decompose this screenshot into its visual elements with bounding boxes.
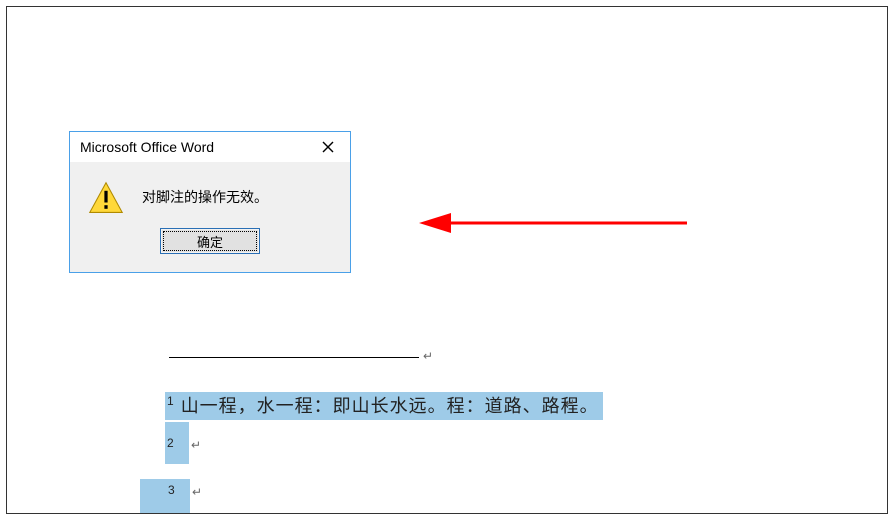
footnote-text: 山一程，水一程：即山长水远。程：道路、路程。 [181, 396, 599, 416]
dialog-body: 对脚注的操作无效。 [70, 162, 350, 228]
message-dialog: Microsoft Office Word 对脚注的操作无效。 确定 [69, 131, 351, 273]
footnote-item-1[interactable]: 1 山一程，水一程：即山长水远。程：道路、路程。 [165, 392, 603, 418]
pilcrow-icon: ↵ [192, 485, 202, 499]
footnote-number: 3 [168, 483, 175, 497]
selection-highlight [140, 479, 190, 513]
pilcrow-icon: ↵ [423, 349, 433, 363]
pilcrow-icon: ↵ [565, 396, 575, 410]
footnote-separator [169, 357, 419, 358]
pilcrow-icon: ↵ [191, 438, 201, 452]
ok-button[interactable]: 确定 [160, 228, 260, 254]
dialog-titlebar[interactable]: Microsoft Office Word [70, 132, 350, 162]
annotation-arrow [419, 211, 689, 235]
dialog-message: 对脚注的操作无效。 [142, 188, 268, 208]
close-button[interactable] [308, 134, 348, 160]
footnote-item-2[interactable]: 2 ↵ [165, 422, 575, 448]
dialog-button-row: 确定 [70, 228, 350, 266]
selection-highlight: 1 山一程，水一程：即山长水远。程：道路、路程。 [165, 392, 603, 420]
warning-icon [88, 180, 124, 216]
footnote-item-3[interactable]: 3 ↵ [140, 479, 200, 513]
footnote-number: 2 [167, 436, 174, 450]
document-page: Microsoft Office Word 对脚注的操作无效。 确定 ↵ [6, 6, 888, 514]
dialog-title: Microsoft Office Word [80, 139, 214, 155]
footnote-number: 1 [167, 394, 175, 408]
close-icon [321, 140, 335, 154]
